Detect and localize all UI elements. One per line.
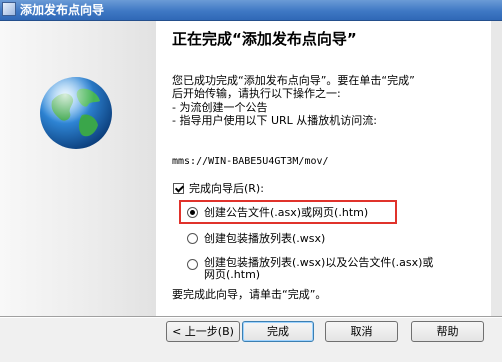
option-playlist-and-announcement-label-line2[interactable]: 网页(.htm) <box>204 268 260 281</box>
page-title: 正在完成“添加发布点向导” <box>172 30 357 48</box>
option-wrapper-playlist-label[interactable]: 创建包装播放列表(.wsx) <box>204 232 325 245</box>
complete-wizard-label: 完成向导后(R): <box>189 182 264 195</box>
back-button[interactable]: < 上一步(B) <box>166 321 240 342</box>
option-playlist-and-announcement-radio[interactable] <box>187 259 198 270</box>
instruction-bullet-2: - 指导用户使用以下 URL 从播放机访问流: <box>172 114 377 127</box>
intro-text-line2: 后开始传输，请执行以下操作之一: <box>172 87 341 100</box>
option-announcement-radio[interactable] <box>187 207 198 218</box>
instruction-bullet-1: - 为流创建一个公告 <box>172 101 268 114</box>
scrollbar[interactable] <box>491 21 502 316</box>
help-button[interactable]: 帮助 <box>411 321 484 342</box>
window-title: 添加发布点向导 <box>20 3 105 17</box>
cancel-button[interactable]: 取消 <box>325 321 398 342</box>
finish-button[interactable]: 完成 <box>242 321 314 342</box>
footer-instruction: 要完成此向导，请单击“完成”。 <box>172 288 327 301</box>
wizard-banner <box>0 21 156 316</box>
complete-wizard-checkbox[interactable] <box>173 183 184 194</box>
wizard-window: 添加发布点向导 正在完成“添加发布点向导” 您已成功完成“添加发布点向导”。要在… <box>0 0 502 362</box>
stream-url: mms://WIN-BABE5U4GT3M/mov/ <box>172 156 329 167</box>
title-bar[interactable]: 添加发布点向导 <box>0 0 502 21</box>
option-wrapper-playlist-radio[interactable] <box>187 233 198 244</box>
wizard-app-icon <box>2 2 16 16</box>
option-announcement-label[interactable]: 创建公告文件(.asx)或网页(.htm) <box>204 206 368 219</box>
globe-icon <box>40 77 112 149</box>
intro-text-line1: 您已成功完成“添加发布点向导”。要在单击“完成” <box>172 74 415 87</box>
